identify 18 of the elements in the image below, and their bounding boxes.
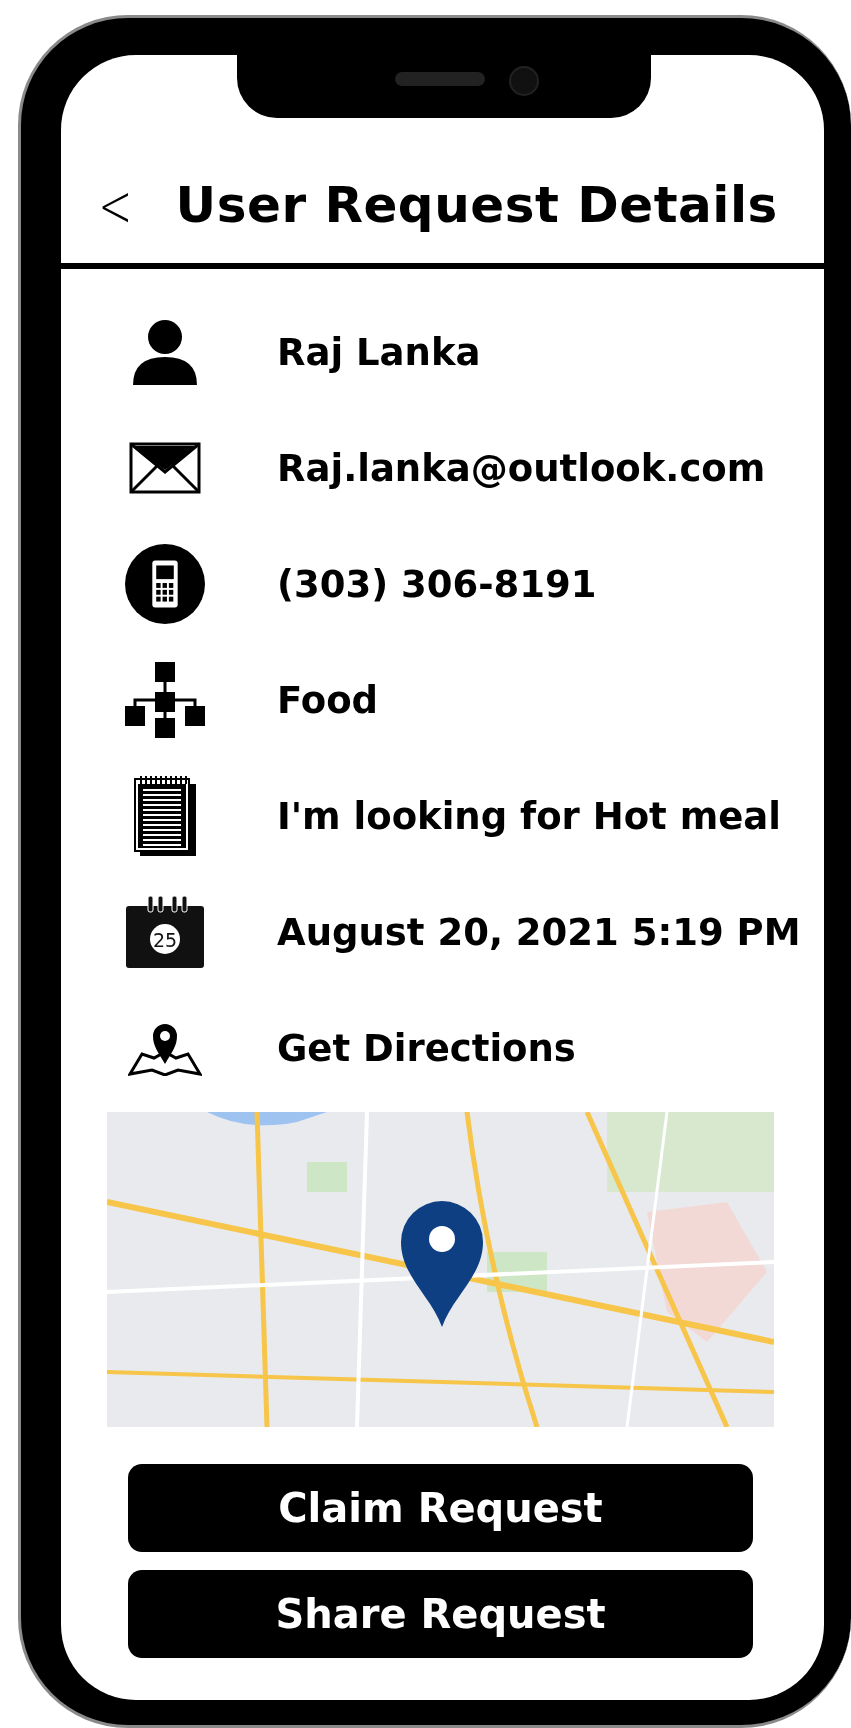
person-text: Raj Lanka	[277, 330, 481, 374]
back-button[interactable]: <	[98, 177, 133, 235]
directions-link[interactable]: Get Directions	[277, 1026, 576, 1070]
phone-text: (303) 306-8191	[277, 562, 597, 606]
envelope-icon	[129, 442, 201, 494]
location-pin-icon	[401, 1201, 483, 1327]
claim-button[interactable]: Claim Request	[128, 1464, 753, 1552]
category-text: Food	[277, 678, 379, 722]
mobile-phone-icon	[125, 543, 205, 625]
share-button[interactable]: Share Request	[128, 1570, 753, 1658]
person-icon	[132, 319, 198, 385]
email-text: Raj.lanka@outlook.com	[277, 446, 766, 490]
date-text: August 20, 2021 5:19 PM	[277, 910, 801, 954]
note-text: I'm looking for Hot meal	[277, 794, 781, 838]
page-title: User Request Details	[175, 175, 778, 235]
notepad-icon	[134, 776, 196, 856]
hierarchy-icon	[125, 662, 205, 738]
camera-lens	[509, 66, 539, 96]
